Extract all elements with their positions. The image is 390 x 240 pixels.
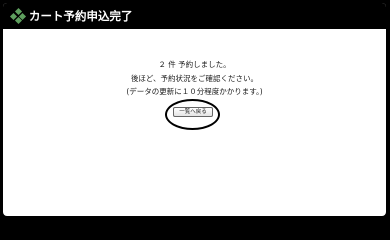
message-line-confirm: 後ほど、予約状況をご確認ください。 bbox=[130, 73, 259, 83]
title-group: カート予約申込完了 bbox=[9, 7, 133, 25]
back-to-list-button[interactable]: 一覧へ戻る bbox=[173, 107, 213, 117]
page-title: カート予約申込完了 bbox=[29, 9, 133, 23]
app-window: カート予約申込完了 ２ 件 予約しました。 後ほど、予約状況をご確認ください。 … bbox=[3, 3, 386, 216]
message-line-count: ２ 件 予約しました。 bbox=[158, 60, 231, 69]
page-header: カート予約申込完了 bbox=[3, 3, 386, 29]
screen-frame: カート予約申込完了 ２ 件 予約しました。 後ほど、予約状況をご確認ください。 … bbox=[2, 2, 388, 218]
diamond-cluster-icon bbox=[9, 7, 27, 25]
completion-message: ２ 件 予約しました。 後ほど、予約状況をご確認ください。 (データの更新に１０… bbox=[3, 58, 386, 99]
message-line-note: (データの更新に１０分程度かかります。) bbox=[126, 87, 263, 96]
